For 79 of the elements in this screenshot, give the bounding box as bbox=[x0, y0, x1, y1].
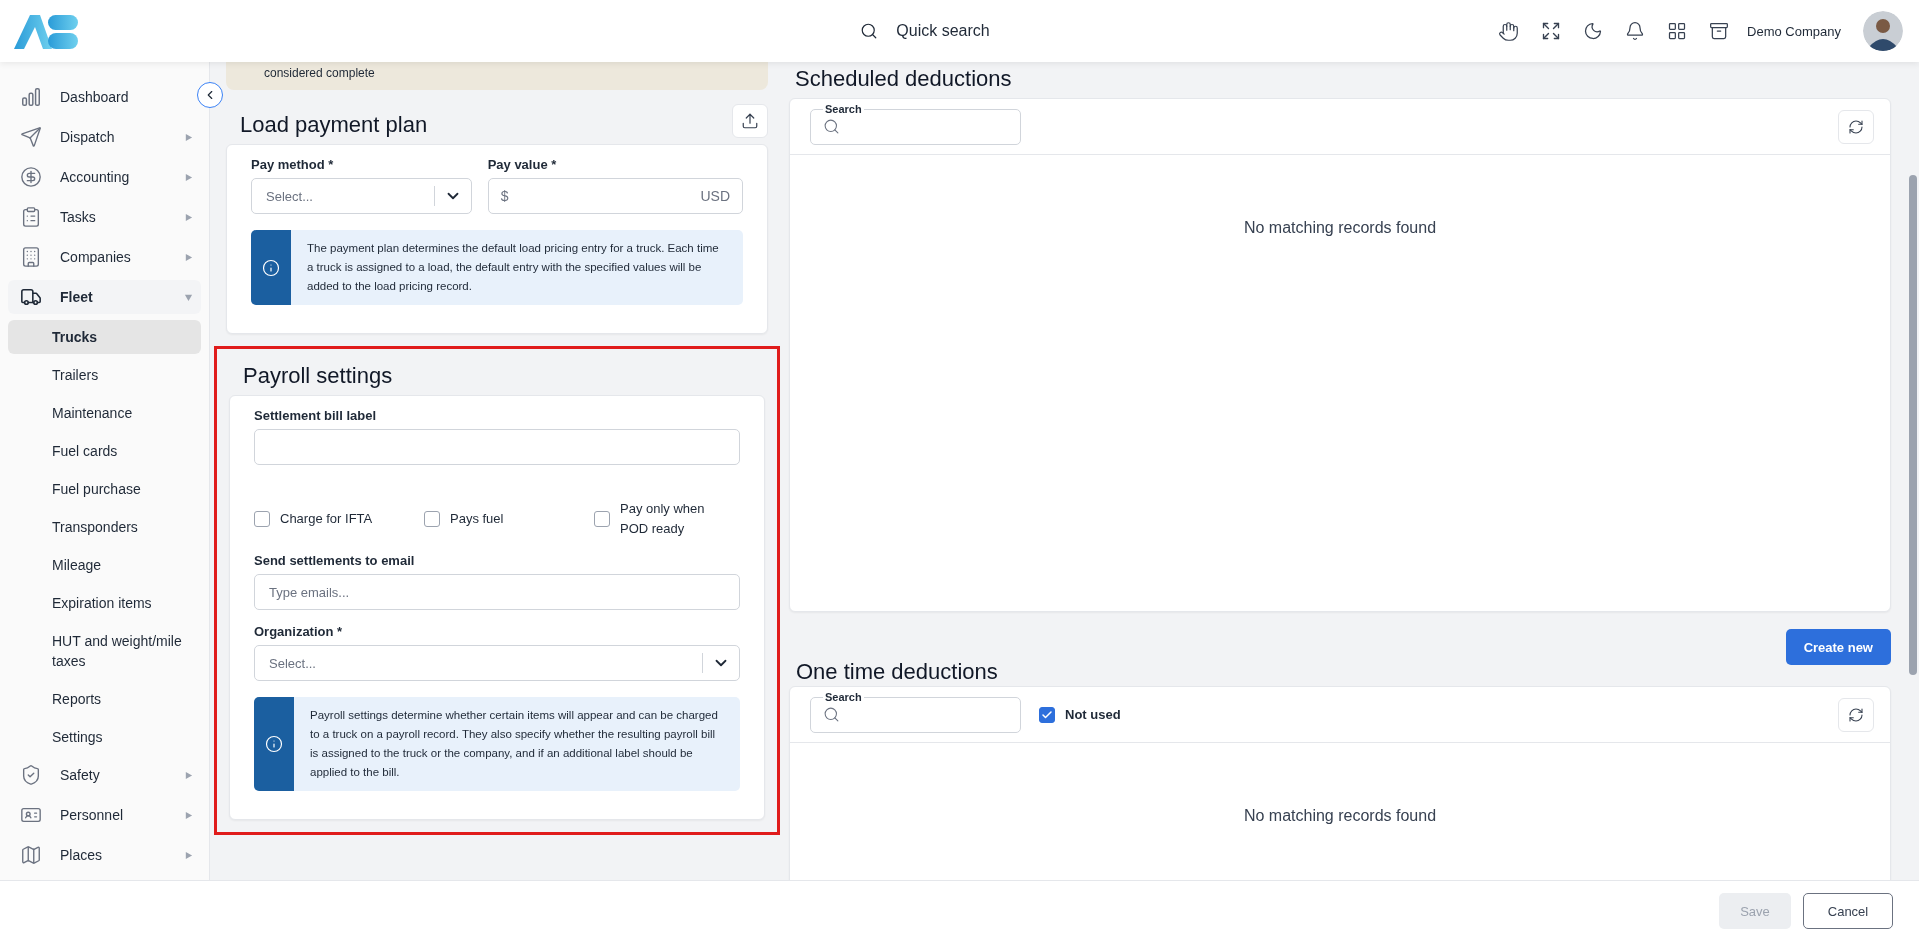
sidebar-item[interactable]: Dispatch bbox=[8, 120, 201, 154]
checkbox-option[interactable]: Pays fuel bbox=[424, 509, 594, 529]
empty-message: No matching records found bbox=[1242, 806, 1438, 825]
checkbox[interactable] bbox=[424, 511, 440, 527]
field-label: Pay value * bbox=[487, 157, 558, 172]
upload-button[interactable] bbox=[732, 104, 768, 138]
sidebar-subitem[interactable]: Transponders bbox=[8, 510, 201, 544]
empty-message: No matching records found bbox=[1242, 218, 1438, 237]
sidebar-item[interactable]: Places bbox=[8, 838, 201, 872]
notice-text: considered complete bbox=[226, 62, 768, 90]
sidebar-item[interactable]: Dashboard bbox=[8, 80, 201, 114]
field-label: Organization * bbox=[254, 624, 344, 639]
building-icon bbox=[20, 246, 42, 268]
truck-icon bbox=[20, 286, 42, 308]
scrollbar-thumb[interactable] bbox=[1909, 175, 1917, 675]
search-icon[interactable] bbox=[860, 22, 879, 40]
field-label: Send settlements to email bbox=[254, 553, 416, 568]
sidebar-item[interactable]: Safety bbox=[8, 758, 201, 792]
sidebar-subitem[interactable]: Trailers bbox=[8, 358, 201, 392]
refresh-button[interactable] bbox=[1838, 697, 1874, 732]
refresh-icon bbox=[1848, 118, 1864, 135]
notifications-icon[interactable] bbox=[1625, 21, 1646, 41]
hand-icon[interactable] bbox=[1498, 20, 1520, 42]
refresh-icon bbox=[1848, 706, 1864, 723]
sidebar-item[interactable]: Fleet bbox=[8, 280, 201, 314]
sidebar-subitem[interactable]: Settings bbox=[8, 720, 201, 754]
paper-plane-icon bbox=[20, 126, 42, 148]
fullscreen-icon[interactable] bbox=[1541, 21, 1562, 41]
pay-method-select[interactable]: Select... bbox=[251, 178, 472, 214]
bar-chart-icon bbox=[20, 86, 42, 108]
avatar[interactable] bbox=[1863, 11, 1903, 51]
sidebar-item[interactable]: Companies bbox=[8, 240, 201, 274]
sidebar-subitem[interactable]: Reports bbox=[8, 682, 201, 716]
info-text: The payment plan determines the default load pricing entry for a truck. Each time a truck is assigned to a load, the default entry with the specified values will be added to the load pricing record. bbox=[306, 241, 720, 294]
apps-icon[interactable] bbox=[1667, 21, 1688, 41]
section-title: Scheduled deductions bbox=[795, 66, 1012, 92]
info-icon bbox=[262, 258, 280, 277]
company-name: Demo Company bbox=[1747, 23, 1841, 39]
create-new-button[interactable]: Create new bbox=[1785, 629, 1891, 665]
checkbox[interactable] bbox=[594, 511, 610, 527]
check-icon bbox=[1041, 708, 1053, 721]
field-label: Settlement bill label bbox=[254, 408, 378, 423]
organization-select[interactable]: Select... bbox=[254, 645, 740, 681]
sidebar-subitem[interactable]: HUT and weight/mile taxes bbox=[8, 624, 201, 678]
refresh-button[interactable] bbox=[1838, 109, 1874, 144]
email-field[interactable]: Type emails... bbox=[254, 574, 740, 610]
quick-search[interactable]: Quick search bbox=[896, 22, 990, 40]
section-title: Load payment plan bbox=[240, 112, 428, 138]
pay-value-field[interactable]: $ USD bbox=[487, 178, 743, 214]
field-label: Pay method * bbox=[251, 157, 335, 172]
sidebar-subitem[interactable]: Fuel cards bbox=[8, 434, 201, 468]
checkbox[interactable] bbox=[1039, 706, 1055, 723]
sidebar-subitem[interactable]: Trucks bbox=[8, 320, 201, 354]
sidebar-subitem[interactable]: Mileage bbox=[8, 548, 201, 582]
map-icon bbox=[20, 844, 42, 866]
dollar-icon bbox=[20, 166, 42, 188]
sidebar-item[interactable]: Personnel bbox=[8, 798, 201, 832]
sidebar-item[interactable]: Accounting bbox=[8, 160, 201, 194]
upload-icon bbox=[741, 112, 759, 130]
search-icon bbox=[823, 118, 840, 135]
clipboard-icon bbox=[20, 206, 42, 228]
sidebar-subitem[interactable]: Maintenance bbox=[8, 396, 201, 430]
sidebar-subitem[interactable]: Fuel purchase bbox=[8, 472, 201, 506]
checkbox[interactable] bbox=[254, 511, 270, 527]
sidebar-item[interactable]: Tasks bbox=[8, 200, 201, 234]
moon-icon[interactable] bbox=[1583, 21, 1604, 41]
not-used-checkbox[interactable]: Not used bbox=[1039, 706, 1121, 723]
bill-label-field[interactable] bbox=[254, 429, 740, 465]
cancel-button[interactable]: Cancel bbox=[1803, 893, 1893, 929]
section-title: One time deductions bbox=[796, 659, 998, 685]
archive-icon[interactable] bbox=[1709, 21, 1730, 41]
sidebar-subitem[interactable]: Expiration items bbox=[8, 586, 201, 620]
section-title: Payroll settings bbox=[243, 363, 393, 389]
search-icon bbox=[823, 706, 840, 723]
checkbox-option[interactable]: Pay only when POD ready bbox=[594, 499, 740, 539]
info-icon bbox=[265, 735, 283, 753]
shield-icon bbox=[20, 764, 42, 786]
info-text: Payroll settings determine whether certain items will appear and can be charged to a truck on a payroll record. They also specify whether the resulting payroll bill is assigned to the truck or the company, and if an additional label should be applied to the bill. bbox=[309, 708, 719, 780]
checkbox-option[interactable]: Charge for IFTA bbox=[254, 509, 424, 529]
